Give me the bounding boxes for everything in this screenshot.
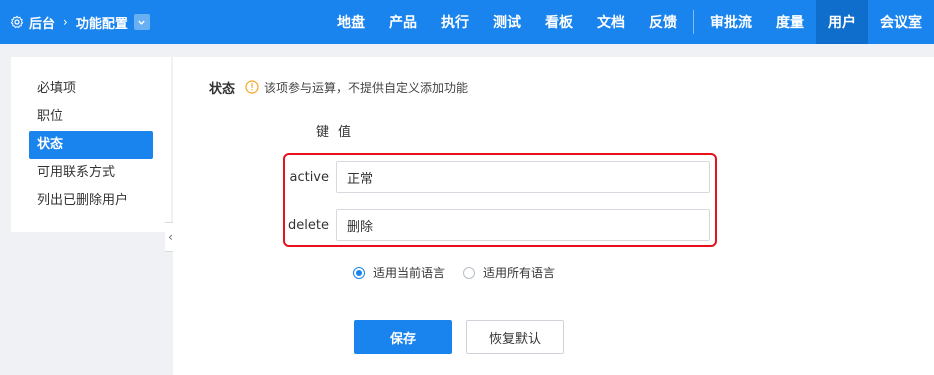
breadcrumb: 后台 › 功能配置 — [10, 0, 150, 44]
section-title: 状态 — [209, 82, 236, 97]
nav-item-feedback[interactable]: 反馈 — [637, 0, 689, 44]
nav-item-meeting-room[interactable]: 会议室 — [868, 0, 934, 44]
nav-item-kanban[interactable]: 看板 — [533, 0, 585, 44]
save-button[interactable]: 保存 — [354, 320, 452, 354]
column-header-value: 值 — [338, 125, 352, 140]
nav-item-product[interactable]: 产品 — [377, 0, 429, 44]
radio-label-current-language[interactable]: 适用当前语言 — [373, 264, 445, 281]
sidebar-item-position[interactable]: 职位 — [29, 103, 153, 131]
main-panel: 状态 该项参与运算，不提供自定义添加功能 键 值 active delete 适… — [173, 57, 934, 375]
nav-item-doc[interactable]: 文档 — [585, 0, 637, 44]
info-text: 该项参与运算，不提供自定义添加功能 — [264, 81, 469, 95]
nav-item-dashboard[interactable]: 地盘 — [325, 0, 377, 44]
nav-item-metric[interactable]: 度量 — [764, 0, 816, 44]
info-icon — [245, 80, 259, 94]
radio-label-all-languages[interactable]: 适用所有语言 — [483, 264, 555, 281]
column-header-key: 键 — [316, 125, 330, 140]
nav-item-execution[interactable]: 执行 — [429, 0, 481, 44]
main-nav: 地盘 产品 执行 测试 看板 文档 反馈 审批流 度量 用户 会议室 — [325, 0, 934, 44]
breadcrumb-root[interactable]: 后台 — [29, 13, 55, 32]
language-scope-radio-group: 适用当前语言 适用所有语言 — [353, 264, 573, 281]
breadcrumb-separator-icon: › — [63, 15, 68, 29]
radio-current-language[interactable] — [353, 266, 365, 279]
nav-item-user[interactable]: 用户 — [816, 0, 868, 44]
gear-icon — [10, 15, 24, 29]
top-header: 后台 › 功能配置 地盘 产品 执行 测试 看板 文档 反馈 审批流 度量 用户… — [0, 0, 934, 44]
sidebar-item-contact[interactable]: 可用联系方式 — [29, 159, 153, 187]
sidebar-item-deleted-users[interactable]: 列出已删除用户 — [29, 187, 153, 215]
value-input-delete[interactable] — [336, 209, 710, 241]
value-input-active[interactable] — [336, 161, 710, 193]
nav-divider — [693, 10, 694, 34]
breadcrumb-current: 功能配置 — [75, 16, 128, 32]
nav-item-approval[interactable]: 审批流 — [698, 0, 764, 44]
sidebar-item-status[interactable]: 状态 — [29, 131, 153, 159]
row-key-active: active — [289, 170, 329, 185]
sidebar-item-required[interactable]: 必填项 — [29, 75, 153, 103]
reset-default-button[interactable]: 恢复默认 — [466, 320, 564, 354]
chevron-down-icon[interactable] — [133, 14, 150, 30]
nav-item-test[interactable]: 测试 — [481, 0, 533, 44]
sidebar: 必填项 职位 状态 可用联系方式 列出已删除用户 — [11, 57, 171, 232]
radio-all-languages[interactable] — [463, 266, 476, 279]
row-key-delete: delete — [288, 218, 329, 233]
